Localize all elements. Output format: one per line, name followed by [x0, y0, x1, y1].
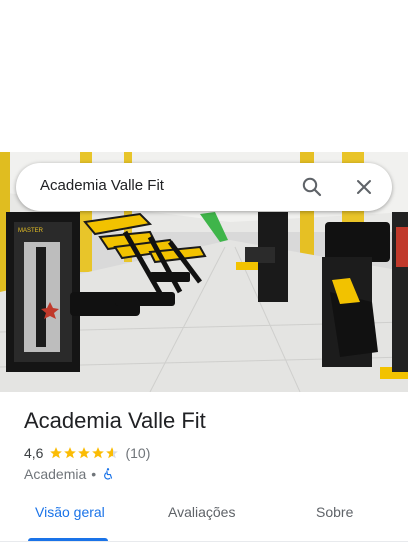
search-icon[interactable] [300, 175, 324, 199]
close-icon[interactable] [352, 175, 376, 199]
review-count[interactable]: (10) [125, 445, 150, 461]
tab-overview[interactable]: Visão geral [35, 504, 105, 520]
star-icon [50, 447, 63, 459]
search-bar[interactable]: Academia Valle Fit [16, 163, 392, 211]
star-icon [64, 447, 77, 459]
tab-divider [0, 541, 408, 542]
star-rating [49, 446, 119, 460]
category-row: Academia • [24, 465, 115, 483]
wheelchair-icon [104, 468, 113, 480]
rating-value: 4,6 [24, 445, 44, 461]
place-category: Academia [24, 466, 87, 482]
separator-dot: • [91, 466, 97, 482]
map-area-blank [0, 0, 408, 152]
rating-row[interactable]: 4,6 (10) [24, 444, 150, 462]
half-star-icon [106, 447, 119, 459]
place-title: Academia Valle Fit [24, 408, 206, 433]
star-icon [78, 447, 91, 459]
search-input[interactable]: Academia Valle Fit [40, 177, 164, 194]
equipment-brand-label: MASTER [18, 228, 44, 234]
tab-about[interactable]: Sobre [316, 504, 353, 520]
tab-reviews[interactable]: Avaliações [168, 504, 235, 520]
star-icon [92, 447, 105, 459]
tab-bar: Visão geral Avaliações Sobre [0, 496, 408, 544]
